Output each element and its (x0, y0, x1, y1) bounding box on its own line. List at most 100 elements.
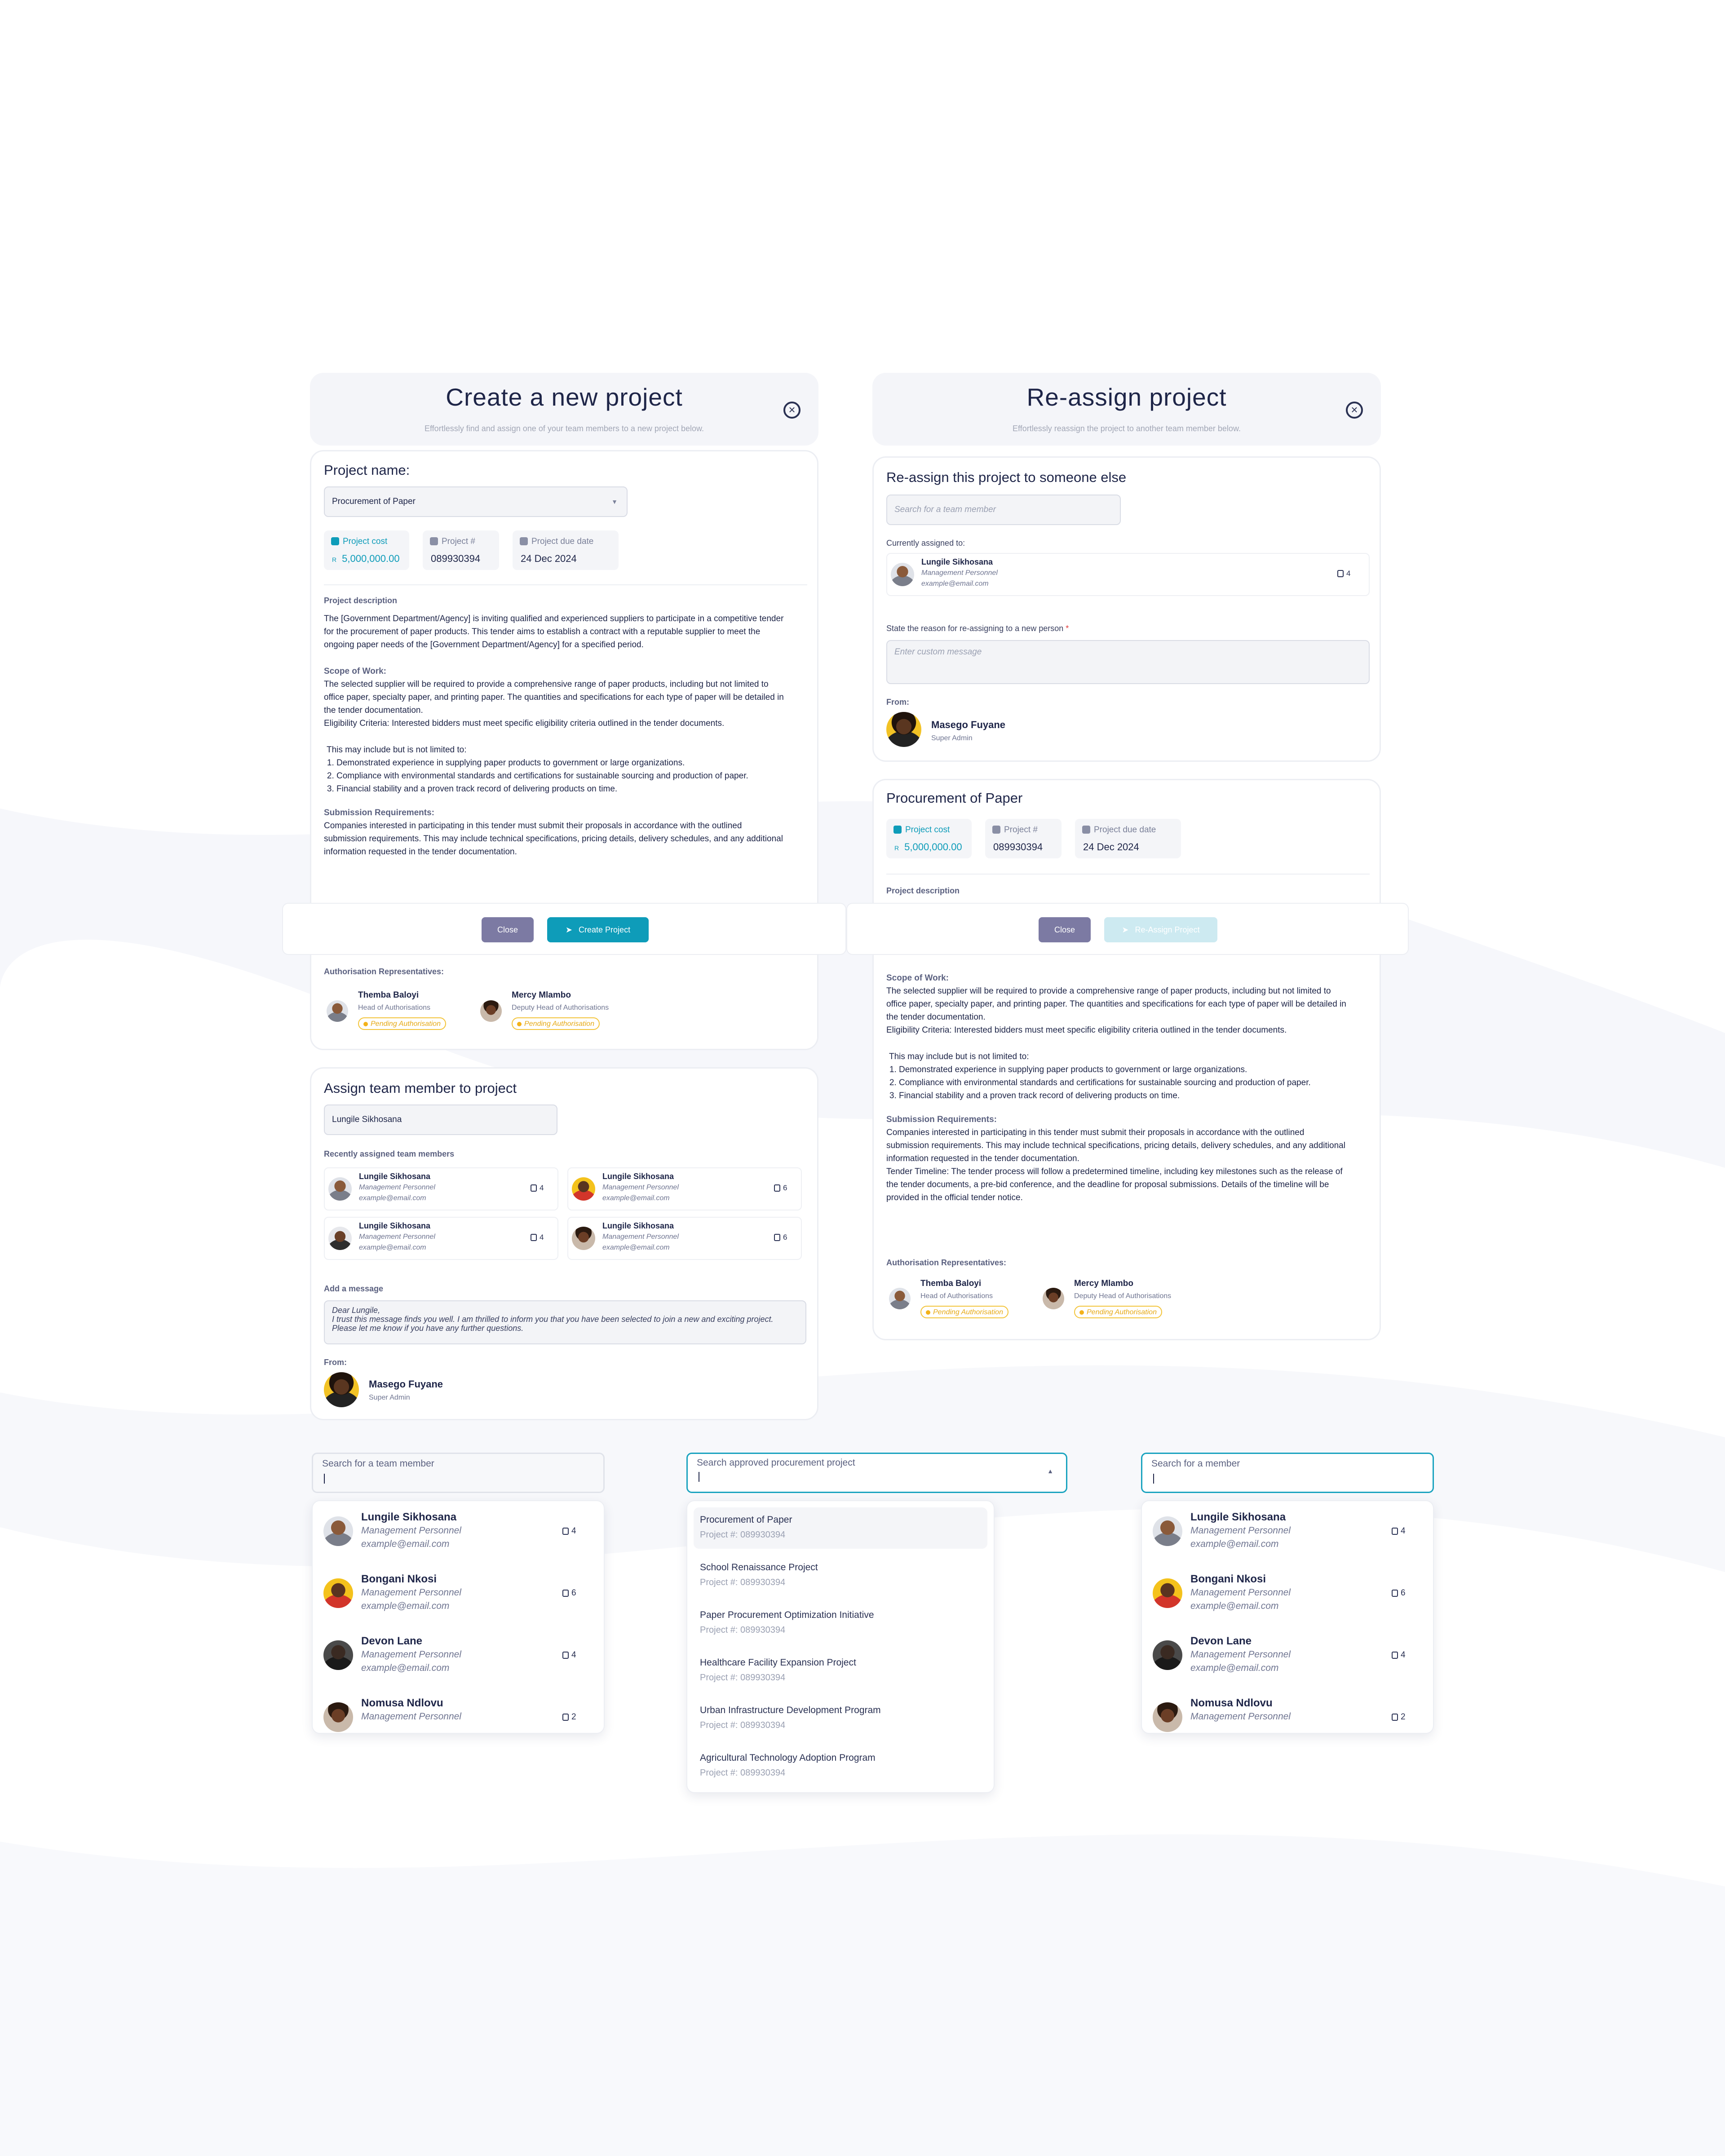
sender-role: Super Admin (369, 1394, 410, 1401)
member-name[interactable]: Nomusa Ndlovu (361, 1697, 443, 1710)
project-search-field[interactable]: Search approved procurement project ▲ (686, 1453, 1067, 1493)
recent-member-card[interactable]: Lungile Sikhosana Management Personnel e… (567, 1217, 802, 1260)
project-option[interactable]: Healthcare Facility Expansion Project Pr… (694, 1650, 987, 1692)
project-title: Procurement of Paper (700, 1515, 792, 1525)
project-count: 4 (562, 1526, 576, 1536)
send-icon: ➤ (565, 925, 573, 934)
project-option[interactable]: Paper Procurement Optimization Initiativ… (694, 1603, 987, 1644)
member-search-field[interactable]: Search for a member (1141, 1453, 1434, 1493)
close-button[interactable]: Close (1039, 917, 1091, 942)
text-caret (1153, 1474, 1154, 1484)
member-name: Lungile Sikhosana (602, 1221, 674, 1230)
member-name[interactable]: Bongani Nkosi (361, 1573, 437, 1586)
member-name[interactable]: Bongani Nkosi (1190, 1573, 1266, 1586)
reason-label: State the reason for re-assigning to a n… (886, 624, 1069, 633)
create-title: Create a new project (446, 383, 683, 411)
member-name: Lungile Sikhosana (602, 1172, 674, 1181)
rep-role: Deputy Head of Authorisations (1074, 1292, 1172, 1300)
project-count: 4 (531, 1184, 544, 1193)
message-line: I trust this message finds you well. I a… (332, 1315, 774, 1333)
project-option[interactable]: Urban Infrastructure Development Program… (694, 1698, 987, 1739)
close-icon[interactable]: × (1346, 402, 1363, 419)
scope-label: Scope of Work: (324, 667, 386, 676)
project-count: 2 (562, 1712, 576, 1722)
member-role: Management Personnel (602, 1233, 679, 1241)
eligibility-text: Eligibility Criteria: Interested bidders… (886, 1025, 1287, 1035)
chevron-down-icon: ▼ (611, 498, 618, 505)
reason-textarea[interactable]: Enter custom message (886, 640, 1370, 684)
cost-label: Project cost (905, 825, 950, 835)
project-option[interactable]: Agricultural Technology Adoption Program… (694, 1745, 987, 1787)
member-email: example@email.com (1190, 1601, 1279, 1611)
project-count: 2 (1392, 1712, 1406, 1722)
scope-text: The selected supplier will be required t… (886, 986, 1346, 1022)
reason-label-text: State the reason for re-assigning to a n… (886, 624, 1064, 633)
create-project-label: Create Project (579, 925, 631, 934)
count-value: 6 (571, 1588, 576, 1598)
team-member-list: Lungile Sikhosana Management Personnel e… (312, 1500, 605, 1734)
divider (886, 874, 1370, 875)
avatar (1153, 1702, 1182, 1732)
project-count: 6 (1392, 1588, 1406, 1598)
create-footer-bar: Close ➤ Create Project (282, 903, 846, 955)
project-option[interactable]: Procurement of Paper Project #: 08993039… (694, 1507, 987, 1549)
assign-member-card: Assign team member to project Lungile Si… (310, 1067, 818, 1420)
team-member-search-field[interactable]: Search for a team member (312, 1453, 605, 1493)
list-item: Demonstrated experience in supplying pap… (899, 1063, 1349, 1076)
avatar (323, 1640, 353, 1670)
member-name[interactable]: Lungile Sikhosana (1190, 1511, 1286, 1524)
message-line: Dear Lungile, (332, 1306, 380, 1315)
reassign-project-button[interactable]: ➤ Re-Assign Project (1104, 917, 1217, 942)
avatar (328, 1177, 352, 1201)
count-value: 2 (571, 1712, 576, 1722)
recent-label: Recently assigned team members (324, 1149, 455, 1158)
count-value: 4 (571, 1526, 576, 1536)
recent-member-card[interactable]: Lungile Sikhosana Management Personnel e… (567, 1167, 802, 1211)
member-email: example@email.com (1190, 1539, 1279, 1549)
recent-member-card[interactable]: Lungile Sikhosana Management Personnel e… (324, 1217, 558, 1260)
recent-member-card[interactable]: Lungile Sikhosana Management Personnel e… (324, 1167, 558, 1211)
project-number: Project #: 089930394 (700, 1768, 786, 1778)
close-icon[interactable]: × (783, 402, 801, 419)
count-value: 6 (783, 1233, 787, 1241)
cost-value: 5,000,000.00 (342, 553, 400, 564)
project-option[interactable]: School Renaissance Project Project #: 08… (694, 1555, 987, 1596)
member-name: Lungile Sikhosana (921, 557, 993, 566)
folder-icon (562, 1590, 569, 1597)
member-name[interactable]: Lungile Sikhosana (361, 1511, 456, 1524)
team-member-search-input[interactable]: Search for a team member (886, 495, 1121, 525)
project-name-select[interactable]: Procurement of Paper ▼ (324, 486, 628, 517)
text-caret (324, 1474, 325, 1484)
close-button[interactable]: Close (482, 917, 534, 942)
assign-member-input[interactable]: Lungile Sikhosana (324, 1105, 557, 1135)
message-textarea[interactable]: Dear Lungile, I trust this message finds… (324, 1300, 806, 1344)
list-item: Compliance with environmental standards … (899, 1076, 1349, 1089)
cost-icon (331, 537, 339, 545)
list-item: Financial stability and a proven track r… (336, 782, 787, 795)
project-title: School Renaissance Project (700, 1562, 818, 1573)
hash-icon (430, 537, 438, 545)
divider (324, 584, 807, 585)
project-number-chip: Project # 089930394 (423, 530, 499, 570)
list-item: Demonstrated experience in supplying pap… (336, 756, 787, 769)
folder-icon (562, 1652, 569, 1659)
member-name[interactable]: Devon Lane (361, 1635, 422, 1648)
create-project-button[interactable]: ➤ Create Project (547, 917, 649, 942)
message-label: Add a message (324, 1284, 384, 1293)
project-number: Project #: 089930394 (700, 1720, 786, 1730)
eligibility-text: Eligibility Criteria: Interested bidders… (324, 719, 725, 728)
member-name[interactable]: Devon Lane (1190, 1635, 1252, 1648)
count-value: 4 (571, 1650, 576, 1660)
reassign-header: Re-assign project Effortlessly reassign … (872, 373, 1381, 446)
project-count: 6 (562, 1588, 576, 1598)
folder-icon (562, 1528, 569, 1535)
count-value: 2 (1401, 1712, 1406, 1722)
search-field-label: Search for a member (1151, 1458, 1240, 1469)
auth-label: Authorisation Representatives: (324, 967, 444, 976)
chevron-up-icon[interactable]: ▲ (1047, 1467, 1053, 1475)
member-name[interactable]: Nomusa Ndlovu (1190, 1697, 1273, 1710)
member-role: Management Personnel (1190, 1649, 1291, 1660)
member-role: Management Personnel (359, 1184, 435, 1191)
due-label: Project due date (531, 537, 594, 546)
member-list: Lungile Sikhosana Management Personnel e… (1141, 1500, 1434, 1734)
